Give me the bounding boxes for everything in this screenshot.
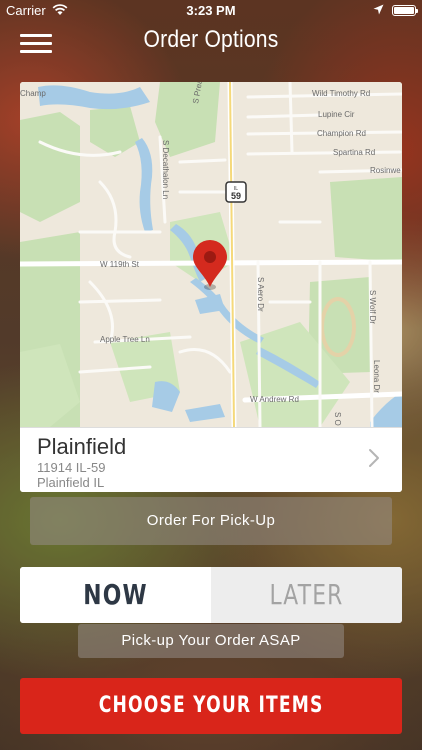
page-title: Order Options xyxy=(143,26,279,53)
map-label-aero: S Aero Dr xyxy=(256,277,265,312)
choose-items-label: CHOOSE YOUR ITEMS xyxy=(98,693,324,718)
now-option-label: NOW xyxy=(41,567,190,623)
svg-text:59: 59 xyxy=(231,191,241,201)
map-label-wolf: S Wolf Dr xyxy=(368,290,377,324)
later-option-button[interactable]: LATER xyxy=(211,567,402,623)
timing-segmented-control[interactable]: NOW LATER xyxy=(20,567,402,623)
map-label-rosinweed: Rosinwe xyxy=(370,166,401,175)
map-label-lupine: Lupine Cir xyxy=(318,110,355,119)
map-label-leona: Leona Dr xyxy=(372,360,381,393)
map-label-decathalon: S Decathalon Ln xyxy=(161,140,170,199)
battery-icon xyxy=(392,5,418,16)
choose-items-button[interactable]: CHOOSE YOUR ITEMS xyxy=(20,678,402,734)
map-label-119th: W 119th St xyxy=(100,260,140,269)
later-option-label: LATER xyxy=(232,567,381,623)
location-arrow-icon xyxy=(373,4,384,15)
status-bar: Carrier 3:23 PM xyxy=(0,0,422,22)
location-info-row[interactable]: Plainfield 11914 IL-59 Plainfield IL xyxy=(20,427,402,492)
map-label-s-o: S O xyxy=(333,412,342,426)
location-address-line2: Plainfield IL xyxy=(37,475,105,490)
chevron-right-icon[interactable] xyxy=(368,448,380,468)
map-view[interactable]: Wild Timothy Rd Lupine Cir Champion Rd S… xyxy=(20,82,402,427)
map-label-spartina: Spartina Rd xyxy=(333,148,375,157)
location-name: Plainfield xyxy=(37,434,127,459)
pickup-timing-hint: Pick-up Your Order ASAP xyxy=(78,624,344,658)
map-label-apple-tree: Apple Tree Ln xyxy=(100,335,150,344)
order-type-button[interactable]: Order For Pick-Up xyxy=(30,497,392,545)
location-address-line1: 11914 IL-59 xyxy=(37,460,106,475)
highway-shield: IL 59 xyxy=(225,181,247,203)
map-canvas[interactable]: Wild Timothy Rd Lupine Cir Champion Rd S… xyxy=(20,82,402,427)
map-label-andrew: W Andrew Rd xyxy=(250,395,299,404)
clock: 3:23 PM xyxy=(186,3,236,18)
map-label-wild-timothy: Wild Timothy Rd xyxy=(312,89,370,98)
map-label-champion: Champion Rd xyxy=(317,129,366,138)
map-label-champ: Champ xyxy=(20,89,46,98)
now-option-button[interactable]: NOW xyxy=(20,567,211,623)
location-card[interactable]: Wild Timothy Rd Lupine Cir Champion Rd S… xyxy=(20,82,402,492)
